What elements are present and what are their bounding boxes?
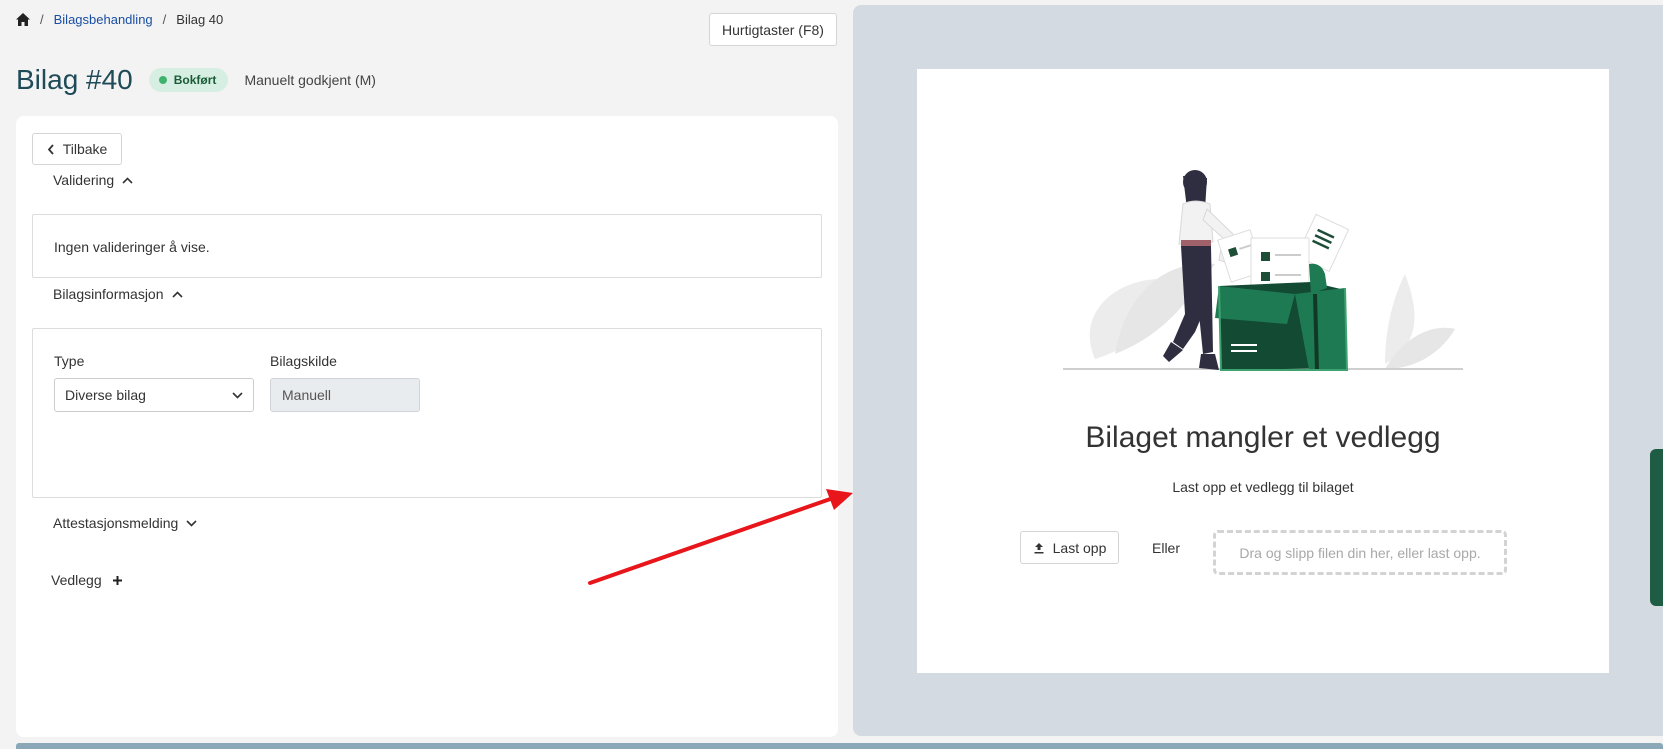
status-badge: Bokført bbox=[148, 68, 229, 92]
or-text: Eller bbox=[1152, 540, 1181, 556]
type-label: Type bbox=[54, 353, 85, 369]
attachment-preview-panel: Bilaget mangler et vedlegg Last opp et v… bbox=[853, 5, 1663, 736]
breadcrumb-current: Bilag 40 bbox=[176, 12, 224, 27]
voucher-details-card: Tilbake Validering Ingen valideringer å … bbox=[16, 116, 838, 737]
type-select-value: Diverse bilag bbox=[65, 387, 146, 403]
breadcrumb-separator: / bbox=[162, 12, 167, 27]
add-attachment-icon[interactable] bbox=[112, 575, 123, 586]
shortcuts-button[interactable]: Hurtigtaster (F8) bbox=[709, 13, 837, 46]
breadcrumb-separator: / bbox=[40, 12, 44, 27]
upload-button-label: Last opp bbox=[1052, 539, 1107, 556]
chevron-up-icon bbox=[122, 176, 133, 184]
breadcrumb-link-bilagsbehandling[interactable]: Bilagsbehandling bbox=[54, 12, 153, 27]
dropzone-placeholder: Dra og slipp filen din her, eller last o… bbox=[1239, 544, 1481, 561]
chevron-down-icon bbox=[186, 519, 197, 527]
empty-state-title: Bilaget mangler et vedlegg bbox=[1085, 421, 1441, 454]
type-select[interactable]: Diverse bilag bbox=[54, 378, 254, 412]
title-row: Bilag #40 Bokført Manuelt godkjent (M) bbox=[16, 64, 376, 96]
empty-state-subtitle: Last opp et vedlegg til bilaget bbox=[1172, 479, 1354, 495]
status-badge-label: Bokført bbox=[173, 73, 217, 87]
attestation-section-title: Attestasjonsmelding bbox=[53, 515, 179, 531]
upload-icon bbox=[1034, 542, 1044, 553]
info-section-toggle[interactable]: Bilagsinformasjon bbox=[53, 286, 183, 302]
breadcrumb: / Bilagsbehandling / Bilag 40 bbox=[16, 12, 223, 27]
approval-status: Manuelt godkjent (M) bbox=[244, 72, 376, 88]
upload-button[interactable]: Last opp bbox=[1020, 531, 1119, 564]
validation-section-title: Validering bbox=[53, 172, 115, 188]
back-button-label: Tilbake bbox=[62, 141, 108, 157]
page-title: Bilag #40 bbox=[16, 64, 133, 95]
validation-section-toggle[interactable]: Validering bbox=[53, 172, 133, 188]
feedback-side-tab[interactable] bbox=[1650, 449, 1663, 606]
bottom-bar bbox=[16, 743, 1663, 749]
source-label: Bilagskilde bbox=[270, 353, 337, 369]
home-icon[interactable] bbox=[16, 13, 30, 26]
attachments-section: Vedlegg bbox=[51, 572, 123, 588]
validation-box: Ingen valideringer å vise. bbox=[32, 214, 822, 278]
back-button[interactable]: Tilbake bbox=[32, 133, 122, 165]
validation-message: Ingen valideringer å vise. bbox=[54, 239, 210, 255]
source-field-value: Manuell bbox=[282, 387, 332, 403]
status-dot-icon bbox=[158, 76, 167, 84]
empty-attachment-page: Bilaget mangler et vedlegg Last opp et v… bbox=[917, 69, 1609, 673]
chevron-down-icon bbox=[232, 391, 243, 399]
info-section-title: Bilagsinformasjon bbox=[53, 286, 164, 302]
chevron-up-icon bbox=[171, 290, 183, 298]
attachments-title: Vedlegg bbox=[51, 572, 102, 588]
empty-state-illustration bbox=[1063, 170, 1463, 371]
info-box: Type Diverse bilag Bilagskilde Manuell bbox=[32, 328, 822, 498]
attestation-section-toggle[interactable]: Attestasjonsmelding bbox=[53, 515, 197, 531]
source-field: Manuell bbox=[270, 378, 420, 412]
file-dropzone[interactable]: Dra og slipp filen din her, eller last o… bbox=[1213, 530, 1507, 575]
chevron-left-icon bbox=[47, 143, 54, 155]
